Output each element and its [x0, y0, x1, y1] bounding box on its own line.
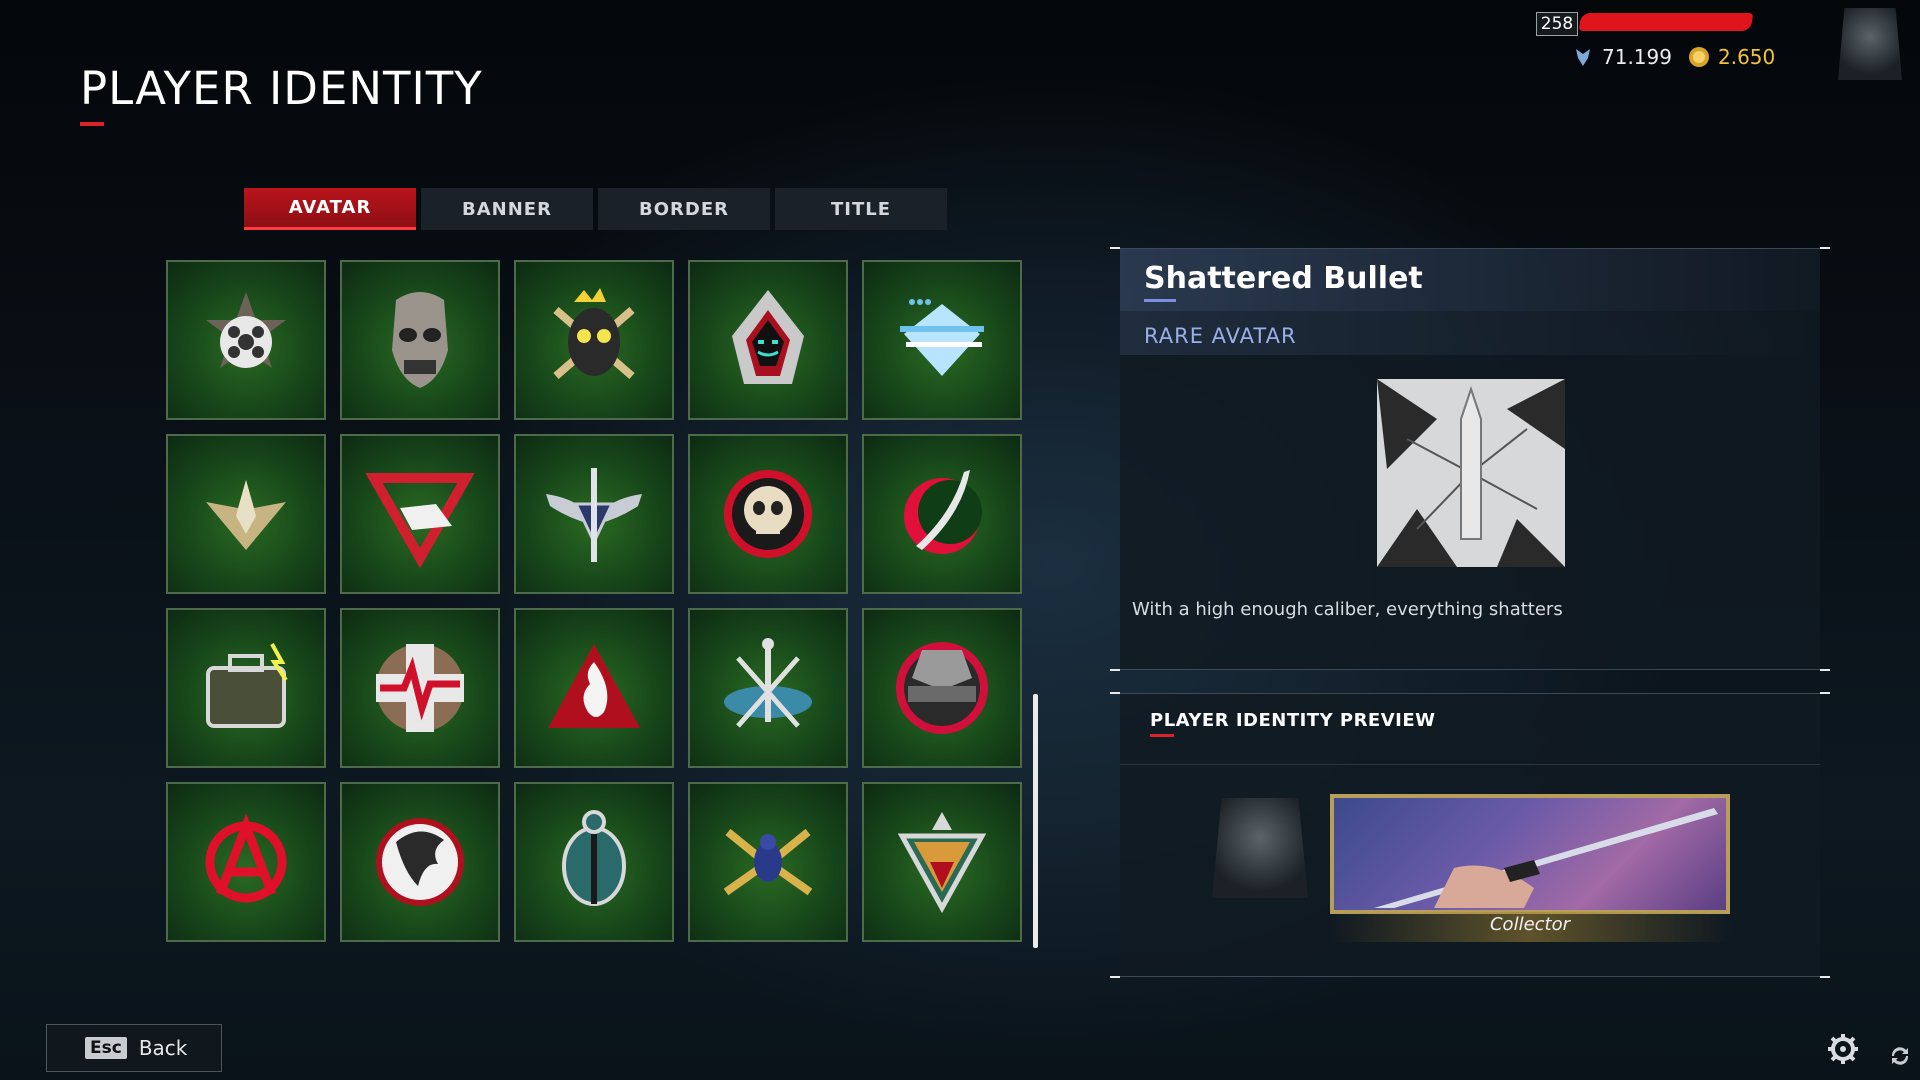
item-preview-image: [1377, 379, 1565, 567]
anarchy-symbol-icon: [205, 813, 287, 903]
avatar-tile[interactable]: [862, 260, 1022, 420]
profile-avatar[interactable]: [1838, 8, 1902, 80]
glitch-diamond-icon: [900, 299, 984, 376]
page-title-accent: [80, 122, 104, 126]
item-rarity: RARE AVATAR: [1144, 324, 1297, 348]
profile-bar: 258 71.199 2.650: [1520, 0, 1920, 90]
revolver-emblem-icon: [206, 292, 286, 368]
corner-mark: [1110, 692, 1120, 694]
avatar-tile[interactable]: [514, 260, 674, 420]
avatar-tile[interactable]: [340, 260, 500, 420]
grid-scrollbar[interactable]: [1033, 694, 1038, 948]
back-button[interactable]: Esc Back: [46, 1024, 222, 1072]
avatar-tile[interactable]: [514, 782, 674, 942]
tab-banner[interactable]: BANNER: [421, 188, 593, 230]
corner-mark: [1110, 976, 1120, 978]
tab-border[interactable]: BORDER: [598, 188, 770, 230]
avatar-tile[interactable]: [514, 434, 674, 594]
avatar-tile[interactable]: [166, 608, 326, 768]
golden-jet-icon: [206, 480, 286, 550]
corner-mark: [1820, 692, 1830, 694]
corner-mark: [1820, 976, 1830, 978]
tab-bar: AVATAR BANNER BORDER TITLE: [244, 188, 947, 230]
crossed-tools-icon: [724, 638, 812, 728]
item-description: With a high enough caliber, everything s…: [1132, 599, 1563, 620]
preview-banner: [1330, 794, 1730, 914]
item-title-accent: [1144, 299, 1176, 302]
golden-spider-icon: [723, 828, 813, 896]
avatar-tile[interactable]: [688, 608, 848, 768]
avatar-tile[interactable]: [166, 434, 326, 594]
level-badge: 258: [1536, 12, 1578, 36]
page-title: PLAYER IDENTITY: [80, 62, 483, 115]
avatar-grid: [166, 260, 1022, 942]
coin-icon: [1689, 47, 1709, 67]
corner-mark: [1820, 247, 1830, 249]
viper-emblem-icon: [897, 812, 987, 914]
detail-panel: Shattered Bullet RARE AVATAR With a high…: [1110, 247, 1830, 671]
avatar-tile[interactable]: [340, 434, 500, 594]
preview-title-accent: [1150, 734, 1174, 737]
hooded-hacker-icon: [732, 290, 804, 384]
flame-triangle-icon: [548, 644, 640, 728]
xp-currency: 71.199: [1572, 44, 1672, 70]
preview-avatar: [1212, 798, 1308, 898]
back-label: Back: [138, 1036, 188, 1060]
corner-mark: [1110, 669, 1120, 671]
tab-avatar[interactable]: AVATAR: [244, 188, 416, 230]
crimson-sword-icon: [904, 470, 982, 554]
divider: [1120, 764, 1820, 765]
rank-icon: [1576, 49, 1590, 66]
sneaker-triangle-icon: [365, 473, 475, 569]
electric-briefcase-icon: [206, 643, 288, 728]
avatar-tile[interactable]: [862, 434, 1022, 594]
tab-title[interactable]: TITLE: [775, 188, 947, 230]
ammo-belt-emblem-icon: [896, 642, 988, 734]
avatar-tile[interactable]: [862, 782, 1022, 942]
avatar-tile[interactable]: [340, 608, 500, 768]
banner-title: Collector: [1489, 914, 1571, 935]
avatar-tile[interactable]: [688, 434, 848, 594]
gear-icon[interactable]: [1826, 1032, 1860, 1066]
turtle-shell-icon: [562, 810, 626, 906]
corner-mark: [1110, 247, 1120, 249]
xp-value: 71.199: [1602, 45, 1672, 69]
corner-mark: [1820, 669, 1830, 671]
avatar-tile[interactable]: [862, 608, 1022, 768]
katana-banner-art: [1374, 808, 1718, 908]
preview-panel: PLAYER IDENTITY PREVIEW Collector: [1110, 692, 1830, 978]
preview-title: PLAYER IDENTITY PREVIEW: [1150, 710, 1436, 731]
heartbeat-cross-icon: [376, 644, 464, 732]
dragon-circle-icon: [376, 818, 464, 906]
item-title: Shattered Bullet: [1144, 261, 1423, 296]
avatar-tile[interactable]: [166, 260, 326, 420]
avatar-tile[interactable]: [688, 260, 848, 420]
redacted-username: [1578, 13, 1754, 31]
avatar-tile[interactable]: [688, 782, 848, 942]
winged-sword-icon: [546, 468, 642, 562]
credits-currency: 2.650: [1688, 44, 1775, 70]
crosshair-skull-icon: [724, 470, 812, 558]
avatar-tile[interactable]: [166, 782, 326, 942]
shattered-bullet-icon: [1377, 379, 1565, 567]
sync-icon: [1891, 1047, 1909, 1065]
credits-value: 2.650: [1718, 45, 1776, 69]
avatar-tile[interactable]: [340, 782, 500, 942]
bearded-goggles-man-icon: [553, 288, 635, 380]
esc-key: Esc: [85, 1037, 127, 1059]
avatar-tile[interactable]: [514, 608, 674, 768]
skull-mask-icon: [392, 292, 448, 388]
